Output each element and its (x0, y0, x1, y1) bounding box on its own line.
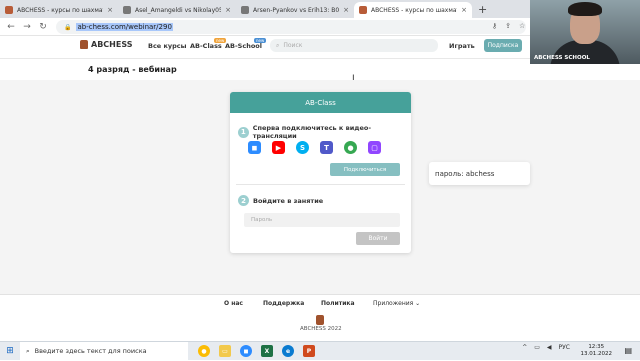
zoom-icon[interactable]: ◼ (248, 141, 261, 154)
webcam-overlay: ABCHESS SCHOOL (530, 0, 640, 64)
back-icon[interactable]: ← (6, 22, 16, 32)
notifications-icon[interactable]: ▤ (624, 346, 632, 355)
excel-icon[interactable]: X (261, 345, 273, 357)
footer-link-about[interactable]: О нас (224, 300, 243, 307)
password-input[interactable] (244, 213, 400, 227)
footer-link-policy[interactable]: Политика (321, 300, 355, 307)
youtube-icon[interactable]: ▶ (272, 141, 285, 154)
url-text[interactable]: ab-chess.com/webinar/290 (76, 23, 173, 31)
system-tray: ^ ▭ ◀ РУС (522, 344, 570, 351)
page-title: 4 разряд - вебинар (88, 65, 177, 74)
connect-button[interactable]: Подключиться (330, 163, 400, 176)
browser-tab[interactable]: ABCHESS - курсы по шахматам× (0, 2, 118, 18)
skype-icon[interactable]: S (296, 141, 309, 154)
browser-tab-active[interactable]: ABCHESS - курсы по шахматам× (354, 2, 472, 18)
close-icon[interactable]: × (107, 6, 113, 14)
step-1: 1 Сперва подключитесь к видео-трансляции (238, 124, 411, 140)
webinar-card: AB-Class 1 Сперва подключитесь к видео-т… (230, 92, 411, 253)
card-divider (236, 184, 405, 185)
nav-ab-school[interactable]: AB-School (225, 42, 262, 50)
search-icon: ⌕ (276, 41, 280, 49)
taskbar: ⊞ ⌕ Введите здесь текст для поиска ● ▭ ◼… (0, 341, 640, 361)
tab-favicon-icon (123, 6, 131, 14)
chess-pawn-icon (80, 40, 88, 49)
share-icon[interactable]: ⇪ (505, 22, 511, 30)
globe-icon[interactable]: ● (344, 141, 357, 154)
password-note: пароль: abchess (429, 162, 530, 185)
url-field[interactable]: 🔒 ab-chess.com/webinar/290 (56, 20, 526, 34)
volume-icon[interactable]: ◀ (547, 344, 552, 351)
site-search[interactable]: ⌕ Поиск (270, 39, 438, 52)
close-icon[interactable]: × (343, 6, 349, 14)
close-icon[interactable]: × (461, 6, 467, 14)
forward-icon[interactable]: → (22, 22, 32, 32)
tab-favicon-icon (241, 6, 249, 14)
browser-tab[interactable]: Asel_Amangeldi vs Nikolay0511 × (118, 2, 236, 18)
nav-ab-class[interactable]: AB-Class (190, 42, 222, 50)
webcam-label: ABCHESS SCHOOL (534, 55, 590, 61)
tray-chevron-icon[interactable]: ^ (522, 344, 527, 351)
lock-icon: 🔒 (64, 23, 72, 31)
site-logo[interactable]: ABCHESS (80, 40, 132, 49)
star-icon[interactable]: ☆ (519, 22, 525, 30)
subscribe-button[interactable]: Подписка (484, 39, 522, 52)
step-number: 1 (238, 126, 249, 138)
footer-logo-icon (316, 315, 324, 325)
taskbar-search[interactable]: ⌕ Введите здесь текст для поиска (20, 341, 188, 361)
reload-icon[interactable]: ↻ (38, 22, 48, 32)
nav-all-courses[interactable]: Все курсы (148, 42, 187, 50)
taskbar-apps: ● ▭ ◼ X e P (198, 345, 315, 357)
person-hair (568, 2, 602, 16)
footer-link-support[interactable]: Поддержка (263, 300, 304, 307)
close-icon[interactable]: × (225, 6, 231, 14)
tab-favicon-icon (359, 6, 367, 14)
zoom-icon[interactable]: ◼ (240, 345, 252, 357)
enter-button[interactable]: Войти (356, 232, 400, 245)
footer-link-apps[interactable]: Приложения ⌄ (373, 300, 420, 307)
chrome-icon[interactable]: ● (198, 345, 210, 357)
network-icon[interactable]: ▭ (534, 344, 540, 351)
search-icon: ⌕ (26, 346, 30, 355)
address-actions: ⚷ ⇪ ☆ (492, 22, 525, 30)
file-explorer-icon[interactable]: ▭ (219, 345, 231, 357)
browser-tab[interactable]: Arsen-Pyankov vs Erih13: B01 Sc× (236, 2, 354, 18)
key-icon[interactable]: ⚷ (492, 22, 497, 30)
footer-divider (0, 294, 640, 295)
copyright: ABCHESS 2022 (300, 326, 342, 332)
language-indicator[interactable]: РУС (559, 344, 570, 351)
edge-icon[interactable]: e (282, 345, 294, 357)
windows-start-icon[interactable]: ⊞ (0, 346, 20, 356)
nav-play[interactable]: Играть (449, 42, 475, 50)
teams-icon[interactable]: T (320, 141, 333, 154)
twitch-icon[interactable]: ▢ (368, 141, 381, 154)
taskbar-clock[interactable]: 12:35 13.01.2022 (581, 344, 613, 358)
new-badge: new (254, 38, 267, 43)
powerpoint-icon[interactable]: P (303, 345, 315, 357)
card-title: AB-Class (230, 92, 411, 113)
step-number: 2 (238, 195, 249, 206)
new-tab-button[interactable]: + (472, 2, 493, 18)
tab-favicon-icon (5, 6, 13, 14)
step-2: 2 Войдите в занятие (238, 195, 323, 206)
video-app-list: ◼ ▶ S T ● ▢ (248, 141, 381, 154)
